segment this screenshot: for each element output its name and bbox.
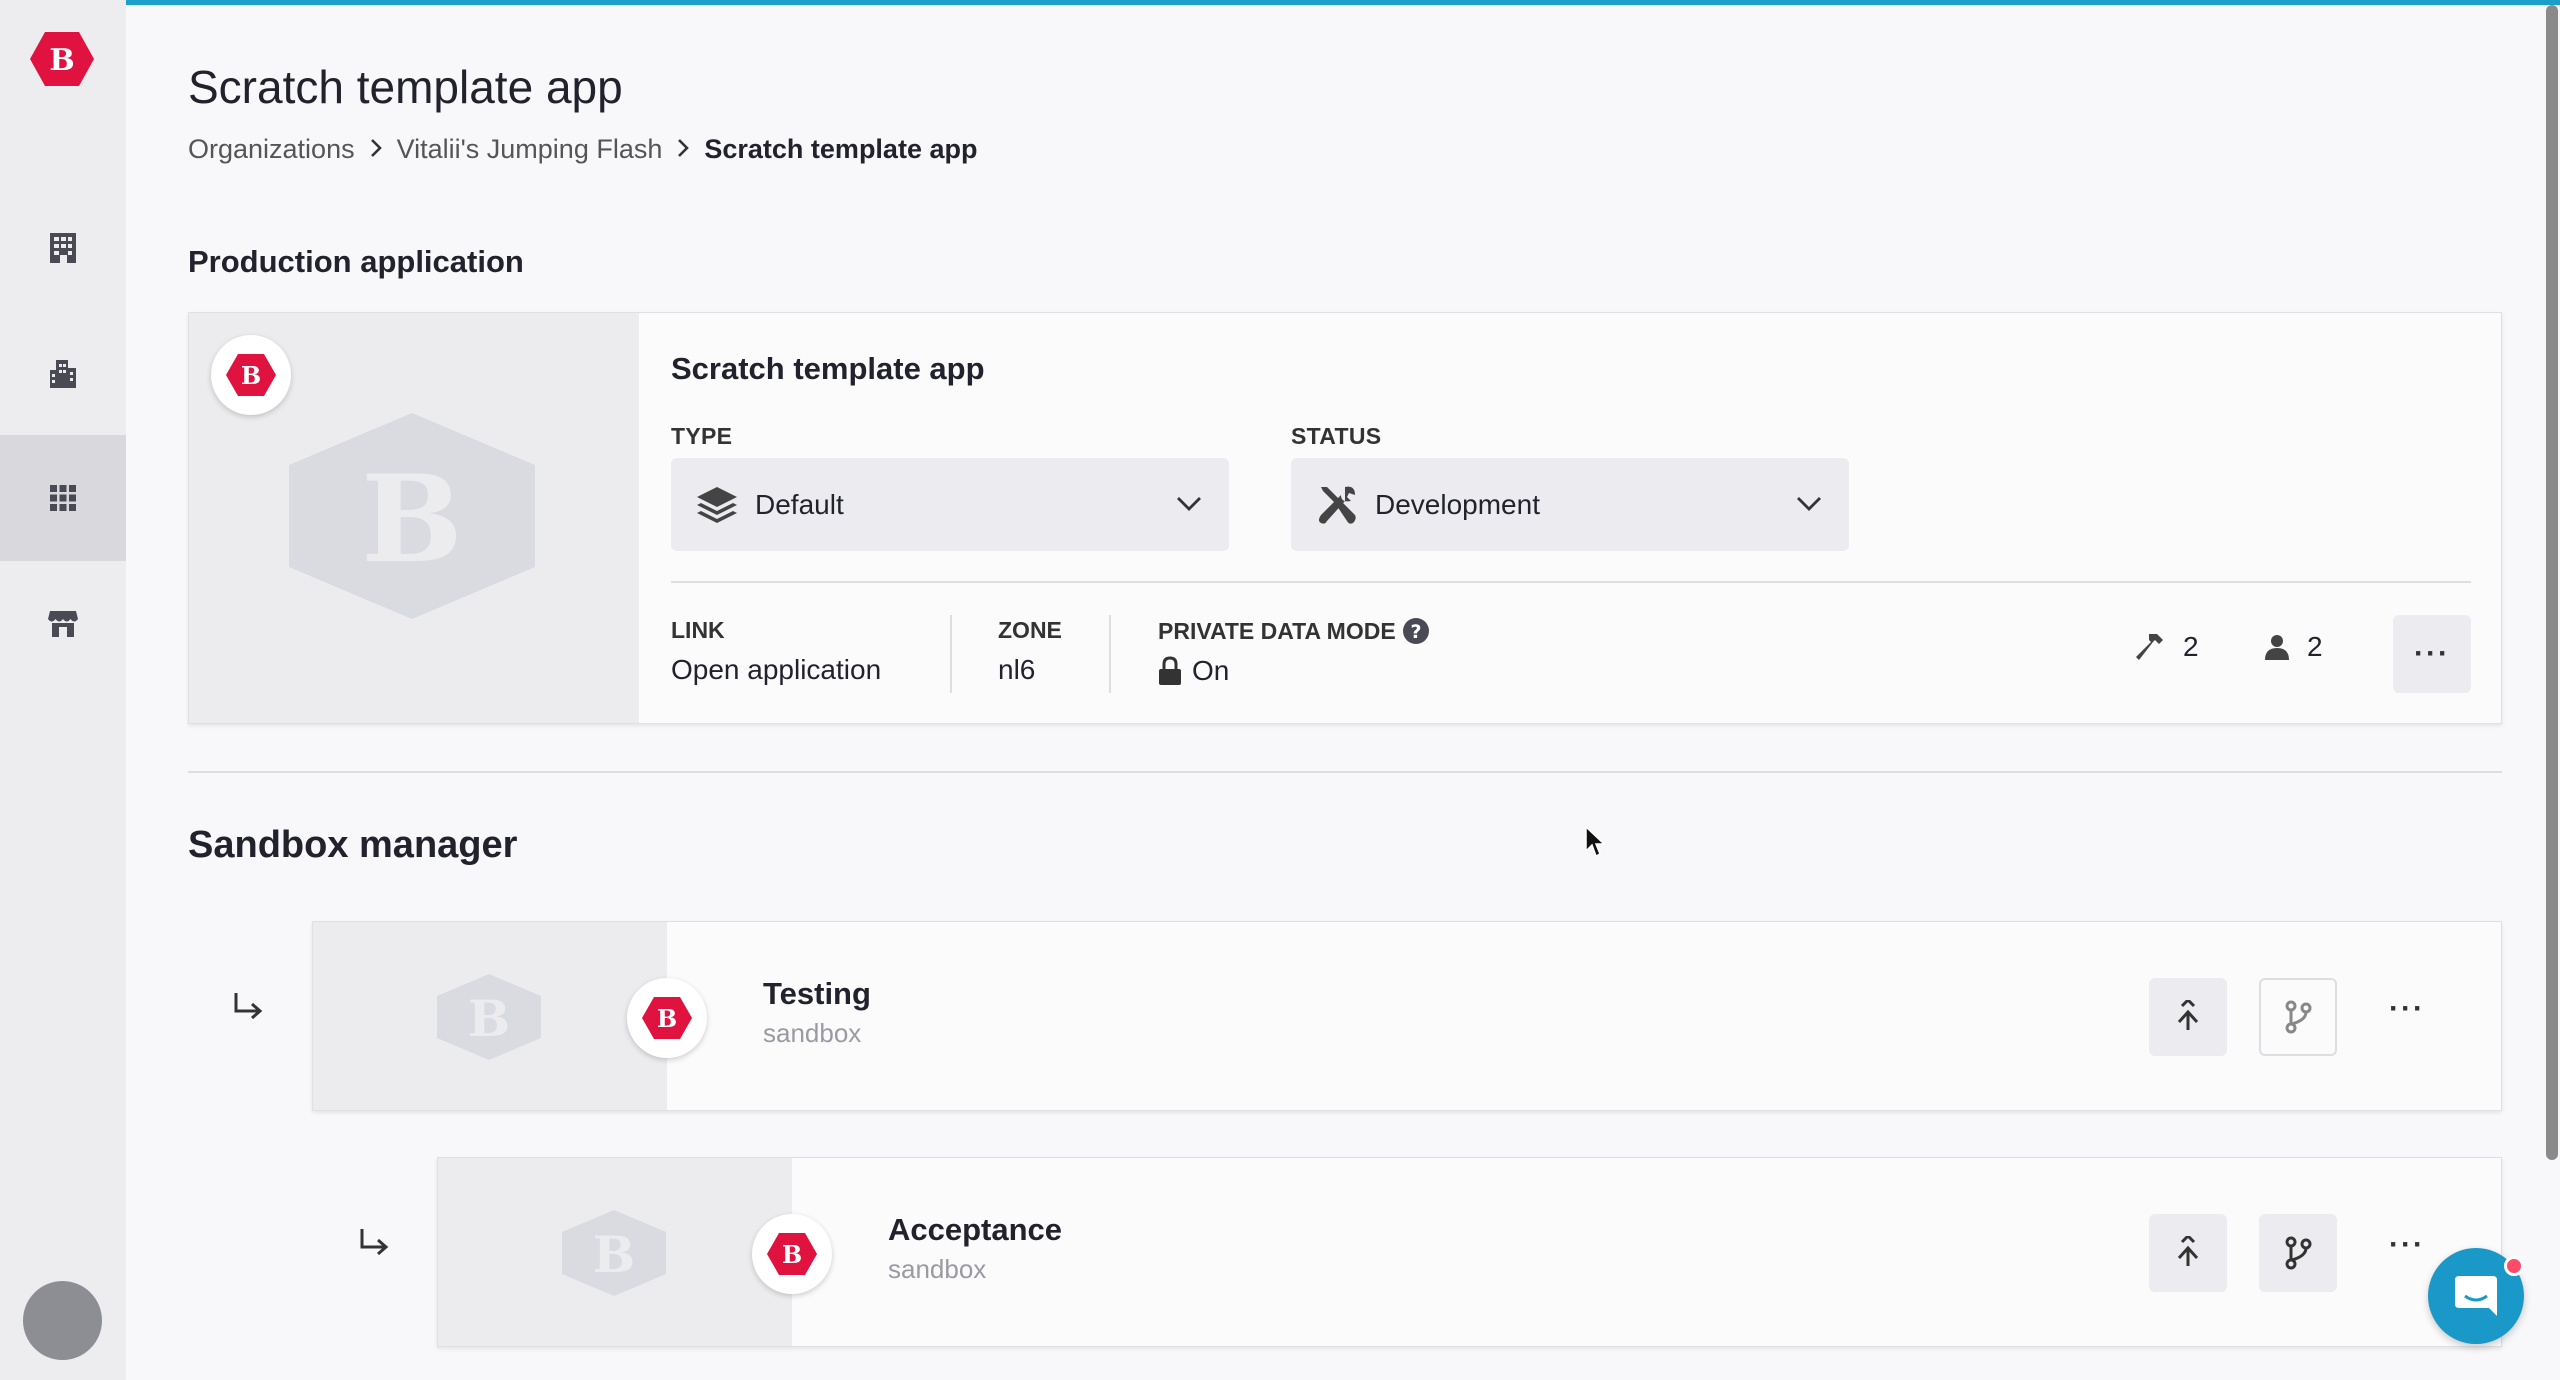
hammer-icon — [2136, 634, 2163, 660]
svg-text:B: B — [593, 1225, 635, 1284]
sidebar-item-organizations[interactable] — [0, 184, 126, 310]
svg-text:B: B — [49, 43, 74, 78]
brand-logo-icon: B — [642, 997, 692, 1039]
sidebar-item-city[interactable] — [0, 310, 126, 436]
sandbox-name: Acceptance — [888, 1212, 1063, 1247]
private-data-label-row: PRIVATE DATA MODE ? — [1158, 617, 1430, 645]
app-name: Scratch template app — [671, 351, 985, 386]
brand-logo[interactable]: B — [29, 30, 95, 88]
more-options-button[interactable]: ··· — [2393, 615, 2471, 693]
sidebar: B — [0, 0, 126, 1380]
sandbox-subtitle: sandbox — [888, 1254, 987, 1284]
more-icon: ··· — [2414, 637, 2450, 670]
app-thumbnail[interactable]: B B — [189, 313, 639, 723]
sidebar-item-store[interactable] — [0, 560, 126, 686]
open-application-link[interactable]: Open application — [671, 654, 881, 686]
type-select-value: Default — [755, 488, 844, 520]
svg-text:?: ? — [1410, 621, 1421, 643]
sandbox-badge: B — [627, 978, 707, 1058]
child-arrow-icon — [232, 988, 264, 1030]
merge-icon — [2177, 1236, 2199, 1266]
scrollbar[interactable] — [2546, 5, 2558, 1160]
status-label: STATUS — [1291, 423, 1382, 449]
sidebar-item-apps[interactable] — [0, 435, 126, 561]
sandbox-card-testing: B B Testing sandbox ··· — [312, 921, 2502, 1111]
layers-icon — [697, 486, 737, 523]
private-data-field: PRIVATE DATA MODE ? On — [1158, 617, 1430, 687]
production-app-card: B B Scratch template app TYPE Default ST… — [188, 312, 2502, 724]
merge-icon — [2177, 1000, 2199, 1030]
brand-logo-icon: B — [226, 354, 276, 396]
notification-dot — [2504, 1256, 2524, 1276]
breadcrumb-organizations[interactable]: Organizations — [188, 134, 355, 165]
svg-text:B: B — [468, 989, 510, 1048]
type-select[interactable]: Default — [671, 458, 1229, 551]
brand-logo-icon: B — [767, 1233, 817, 1275]
branch-icon — [2285, 1000, 2312, 1034]
sandbox-name: Testing — [763, 976, 871, 1011]
user-avatar[interactable] — [23, 1281, 102, 1360]
store-icon — [48, 611, 78, 637]
help-icon[interactable]: ? — [1402, 617, 1430, 645]
child-arrow-icon — [358, 1224, 390, 1266]
chevron-down-icon — [1177, 497, 1201, 511]
page-title: Scratch template app — [188, 61, 623, 113]
city-icon — [50, 360, 76, 388]
users-count: 2 — [2265, 631, 2323, 663]
tools-icon — [1319, 486, 1356, 524]
svg-text:B: B — [361, 449, 462, 590]
branch-button[interactable] — [2259, 1214, 2337, 1292]
branch-button[interactable] — [2259, 978, 2337, 1056]
building-icon — [50, 233, 76, 263]
grid-icon — [50, 485, 76, 511]
app-badge: B — [211, 335, 291, 415]
mouse-cursor-icon — [1585, 825, 1606, 863]
svg-text:B: B — [241, 361, 261, 390]
app-placeholder-logo: B — [437, 974, 541, 1060]
lock-icon — [1159, 656, 1181, 685]
sandbox-subtitle: sandbox — [763, 1018, 862, 1048]
zone-field: ZONE nl6 — [998, 617, 1062, 686]
chevron-right-icon — [369, 134, 383, 165]
svg-text:B: B — [782, 1240, 802, 1269]
merge-button[interactable] — [2149, 978, 2227, 1056]
link-field: LINK Open application — [671, 617, 881, 686]
breadcrumb-current: Scratch template app — [704, 134, 978, 164]
branch-icon — [2285, 1236, 2312, 1270]
meta-separator — [950, 615, 952, 693]
status-select-value: Development — [1375, 488, 1540, 520]
section-divider — [188, 771, 2502, 773]
builds-count: 2 — [2135, 631, 2199, 663]
meta-separator — [1109, 615, 1111, 693]
private-data-label: PRIVATE DATA MODE — [1158, 617, 1396, 644]
private-data-value-row: On — [1158, 655, 1430, 687]
sandbox-section-title: Sandbox manager — [188, 824, 518, 866]
sandbox-badge: B — [752, 1214, 832, 1294]
user-icon — [2265, 635, 2289, 660]
chevron-right-icon — [676, 134, 690, 165]
card-divider — [671, 581, 2471, 583]
sandbox-thumbnail[interactable]: B — [313, 922, 667, 1110]
sandbox-more-button[interactable]: ··· — [2389, 992, 2425, 1026]
top-progress-line — [126, 0, 2560, 5]
breadcrumb: Organizations Vitalii's Jumping Flash Sc… — [188, 134, 977, 165]
status-select[interactable]: Development — [1291, 458, 1849, 551]
link-label: LINK — [671, 617, 725, 643]
app-placeholder-logo: B — [562, 1210, 666, 1296]
svg-text:B: B — [657, 1004, 677, 1033]
zone-value: nl6 — [998, 654, 1036, 685]
breadcrumb-organization[interactable]: Vitalii's Jumping Flash — [397, 134, 663, 165]
chat-icon — [2455, 1276, 2497, 1316]
app-placeholder-logo: B — [289, 413, 535, 619]
zone-label: ZONE — [998, 617, 1062, 643]
chevron-down-icon — [1797, 497, 1821, 511]
sandbox-card-acceptance: B B Acceptance sandbox ··· — [437, 1157, 2502, 1347]
private-data-value: On — [1192, 655, 1230, 686]
merge-button[interactable] — [2149, 1214, 2227, 1292]
sandbox-thumbnail[interactable]: B — [438, 1158, 792, 1346]
sandbox-more-button[interactable]: ··· — [2389, 1228, 2425, 1262]
type-label: TYPE — [671, 423, 733, 449]
production-section-title: Production application — [188, 244, 524, 279]
